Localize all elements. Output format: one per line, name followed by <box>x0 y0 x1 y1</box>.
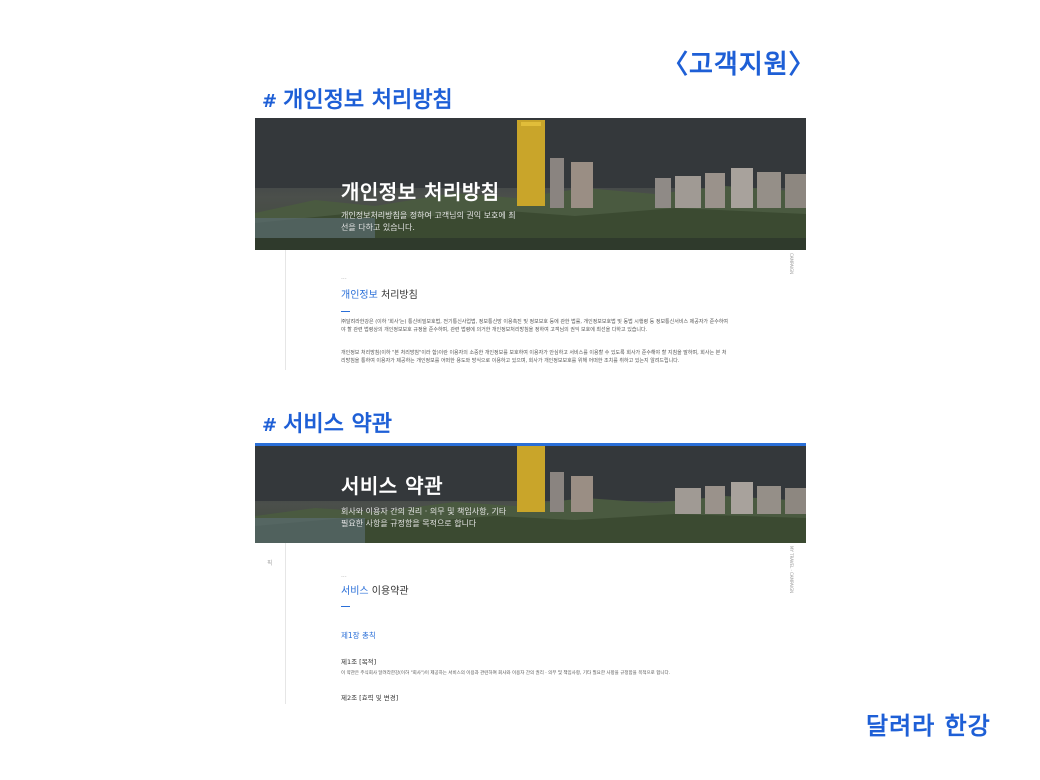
hero-banner: 서비스 약관 회사와 이용자 간의 권리 · 의무 및 책임사항, 기타 필요한… <box>255 446 806 543</box>
city-river-image <box>255 446 806 543</box>
breadcrumb-dots: ... <box>341 274 347 281</box>
side-nav-text[interactable]: CAMPAIGN <box>789 253 794 274</box>
article-1-body: 이 약관은 주식회사 달려라한강(이하 "회사")이 제공하는 서비스의 이용과… <box>341 671 671 676</box>
side-nav-text[interactable]: MY TRAVEL · CAMPAIGN <box>789 546 794 593</box>
article-1-heading: 제1조 [목적] <box>341 658 377 666</box>
privacy-screenshot: 개인정보 처리방침 개인정보처리방침을 정하여 고객님의 권익 보호에 최선을 … <box>255 118 806 370</box>
article-2-heading: 제2조 [효력 및 변경] <box>341 694 399 702</box>
hero-title: 개인정보 처리방침 <box>341 180 500 204</box>
hero-banner: 개인정보 처리방침 개인정보처리방침을 정하여 고객님의 권익 보호에 최선을 … <box>255 118 806 250</box>
paragraph-2: 개인정보 처리방침(이하 "본 처리방침"이라 함)이란 이용자의 소중한 개인… <box>341 350 727 364</box>
hash-icon: # <box>262 91 278 112</box>
heading-underline <box>341 311 350 312</box>
chapter-heading: 제1장 총칙 <box>341 631 376 640</box>
hero-subtitle: 개인정보처리방침을 정하여 고객님의 권익 보호에 최선을 다하고 있습니다. <box>341 211 516 232</box>
content-heading-highlight: 서비스 <box>341 586 369 597</box>
content-heading: 개인정보 처리방침 <box>341 286 418 301</box>
content-heading-rest: 이용약관 <box>368 586 409 597</box>
hash-icon: # <box>262 415 278 436</box>
content-heading: 서비스 이용약관 <box>341 582 409 597</box>
heading-underline <box>341 606 350 607</box>
hero-title: 서비스 약관 <box>341 474 443 498</box>
side-divider <box>285 543 286 704</box>
side-mark: 픽 <box>267 560 273 567</box>
content-heading-rest: 처리방침 <box>377 290 418 301</box>
city-river-image <box>255 118 806 250</box>
brand-logo: 달려라 한강 <box>866 712 991 740</box>
side-divider <box>285 250 286 370</box>
privacy-section-label: 개인정보 처리방침 <box>283 88 453 113</box>
support-header-tag: 〈고객지원〉 <box>662 50 816 80</box>
terms-screenshot: 서비스 약관 회사와 이용자 간의 권리 · 의무 및 책임사항, 기타 필요한… <box>255 443 806 704</box>
hero-subtitle: 회사와 이용자 간의 권리 · 의무 및 책임사항, 기타 필요한 사항을 규정… <box>341 507 507 528</box>
paragraph-1: ㈜달려라한강은 (이하 '회사'는) 통신비밀보호법, 전기통신사업법, 정보통… <box>341 319 729 333</box>
terms-section-title: # 서비스 약관 <box>262 406 392 438</box>
terms-section-label: 서비스 약관 <box>283 412 392 437</box>
breadcrumb-dots: ... <box>341 572 347 579</box>
content-heading-highlight: 개인정보 <box>341 290 378 301</box>
privacy-section-title: # 개인정보 처리방침 <box>262 82 453 114</box>
